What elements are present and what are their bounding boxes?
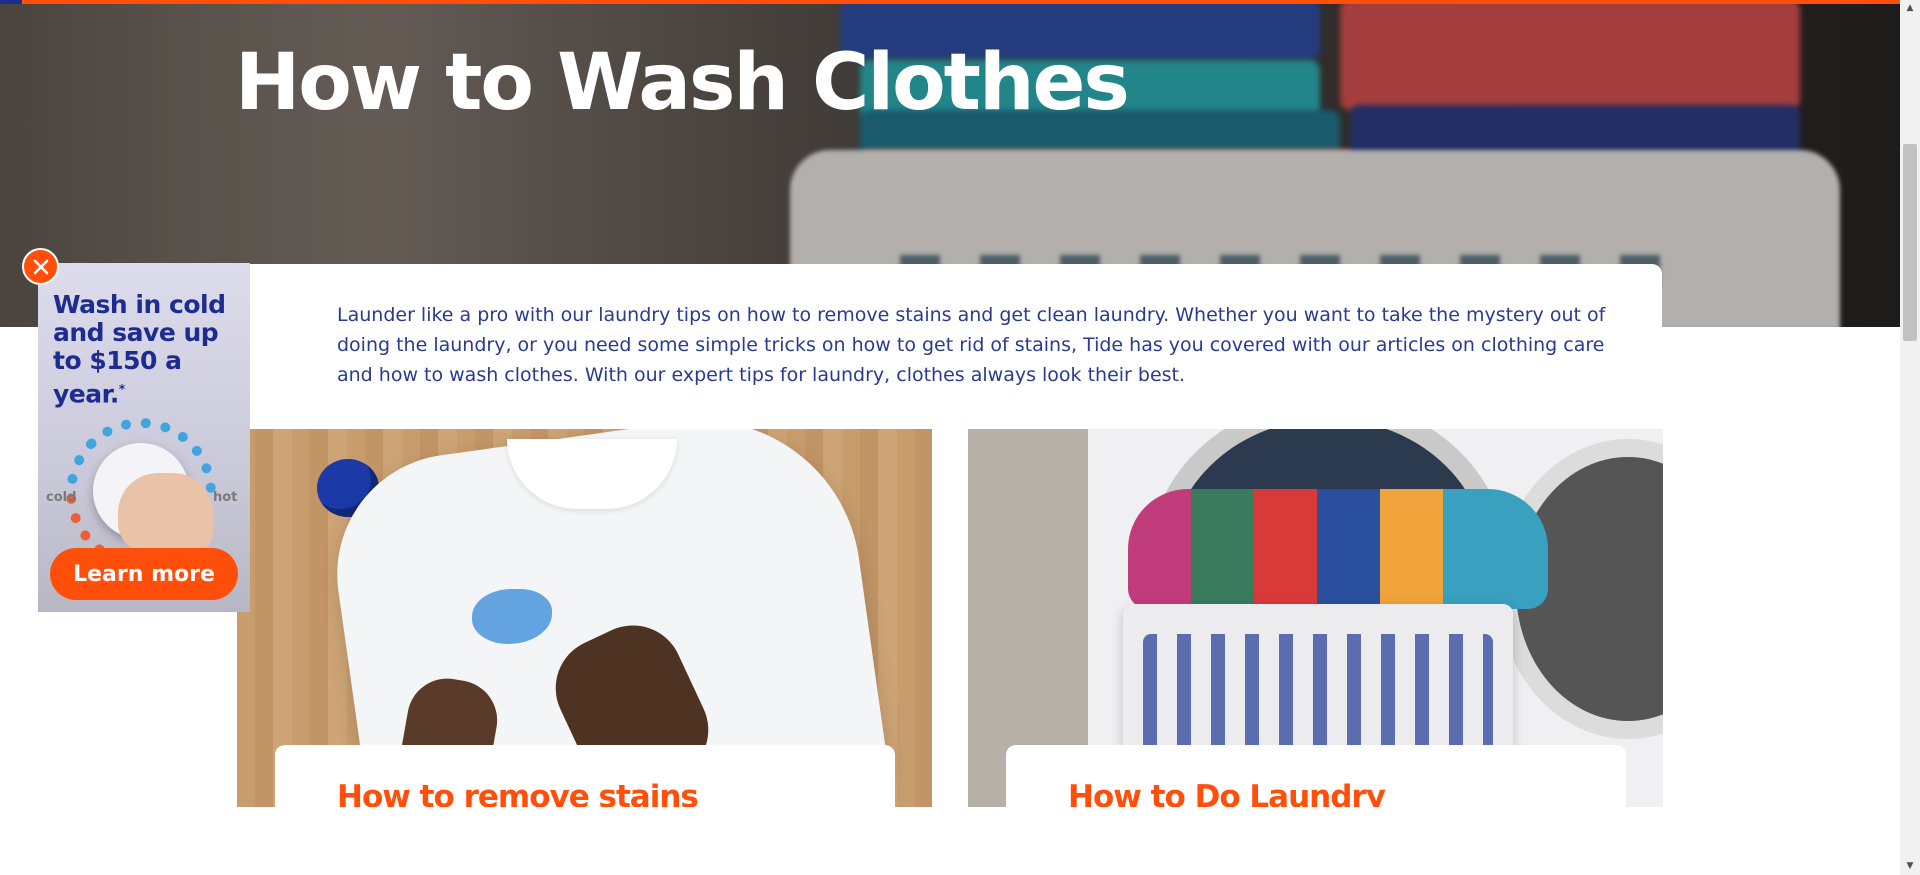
page-title: How to Wash Clothes [235, 38, 1130, 128]
ad-close-button[interactable] [22, 248, 59, 285]
article-title-card: How to remove stains [275, 745, 895, 807]
article-card-do-laundry[interactable]: How to Do Laundry [968, 429, 1663, 807]
learn-more-button[interactable]: Learn more [50, 548, 238, 600]
top-accent-bar-blue [0, 0, 22, 4]
article-title[interactable]: How to remove stains [337, 779, 699, 807]
page-scrollbar[interactable]: ▲ ▼ [1900, 0, 1920, 875]
close-icon [33, 259, 48, 274]
cold-label: cold [46, 490, 77, 505]
article-card-remove-stains[interactable]: How to remove stains [237, 429, 932, 807]
scroll-up-arrow-icon[interactable]: ▲ [1900, 0, 1920, 17]
promo-ad[interactable]: Wash in cold and save up to $150 a year.… [38, 263, 250, 612]
scroll-down-arrow-icon[interactable]: ▼ [1900, 858, 1920, 875]
intro-text: Launder like a pro with our laundry tips… [337, 304, 1606, 386]
top-accent-bar [0, 0, 1900, 4]
clothes-pile [1128, 489, 1548, 609]
scrollbar-thumb[interactable] [1903, 144, 1917, 341]
ad-headline: Wash in cold and save up to $150 a year.… [53, 290, 226, 409]
thumb [118, 473, 213, 553]
article-title-card: How to Do Laundry [1006, 745, 1626, 807]
hot-label: hot [213, 490, 238, 505]
article-title[interactable]: How to Do Laundry [1068, 779, 1386, 807]
